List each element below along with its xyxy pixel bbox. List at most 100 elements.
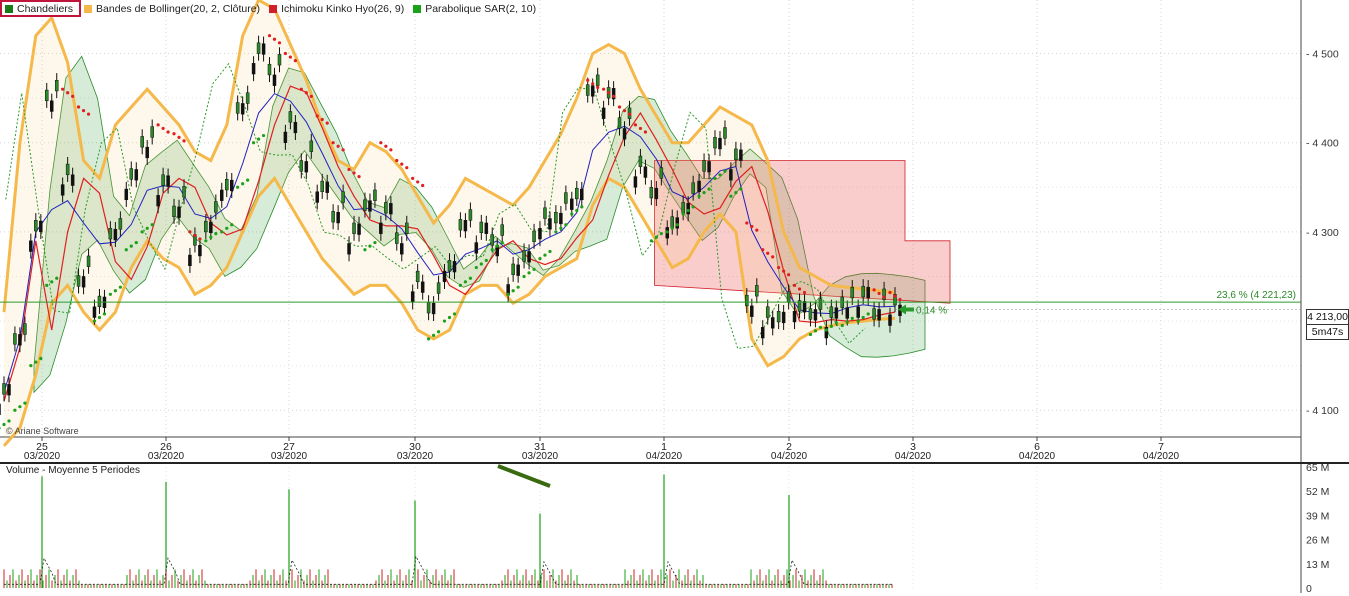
sar-dot bbox=[288, 55, 292, 59]
sar-dot bbox=[81, 108, 86, 113]
sar-dot bbox=[586, 78, 590, 82]
candle-body bbox=[304, 161, 309, 173]
sar-dot bbox=[834, 321, 838, 325]
sar-dot bbox=[691, 205, 695, 209]
sar-dot bbox=[845, 320, 849, 324]
candle-body bbox=[861, 286, 865, 298]
candle-body bbox=[872, 308, 876, 320]
candle-body bbox=[760, 327, 765, 339]
candle-body bbox=[7, 384, 11, 396]
legend-bar: Chandeliers Bandes de Bollinger(20, 2, Cl… bbox=[0, 0, 542, 17]
candle-body bbox=[590, 85, 595, 97]
candle-body bbox=[172, 205, 176, 217]
volume-panel-title: Volume - Moyenne 5 Periodes bbox=[6, 465, 140, 476]
candle-body bbox=[76, 275, 81, 287]
volume-y-tick-label: 65 M bbox=[1306, 462, 1329, 474]
candle-body bbox=[44, 89, 49, 102]
candle-body bbox=[331, 211, 335, 223]
candle-body bbox=[675, 217, 679, 229]
candle-body bbox=[118, 218, 123, 230]
candle-body bbox=[601, 107, 606, 119]
sar-dot bbox=[261, 133, 266, 138]
sar-dot bbox=[140, 230, 144, 234]
sar-dot bbox=[251, 141, 256, 145]
sar-dot bbox=[458, 283, 463, 287]
sar-dot bbox=[877, 291, 881, 296]
candle-body bbox=[235, 102, 240, 114]
sar-dot bbox=[495, 244, 499, 248]
candle-body bbox=[564, 192, 568, 204]
sar-dot bbox=[729, 194, 733, 198]
sar-dot bbox=[516, 285, 520, 289]
sar-dot bbox=[352, 171, 356, 175]
candle-body bbox=[272, 74, 277, 86]
candle-body bbox=[97, 295, 102, 308]
sar-dot bbox=[707, 187, 711, 191]
sar-dot bbox=[596, 85, 600, 89]
sar-dot bbox=[150, 223, 154, 227]
sar-dot bbox=[426, 337, 431, 341]
volume-y-tick-label: 52 M bbox=[1306, 486, 1329, 498]
sar-dot bbox=[723, 169, 727, 173]
sar-dot bbox=[622, 108, 627, 113]
sar-dot bbox=[193, 233, 197, 238]
candle-body bbox=[49, 100, 54, 112]
sar-dot bbox=[802, 290, 807, 295]
sar-dot bbox=[538, 257, 542, 261]
sar-dot bbox=[861, 315, 865, 320]
candle-body bbox=[888, 314, 892, 326]
legend-swatch bbox=[84, 4, 93, 13]
last-price-badge: 4 213,00 bbox=[1306, 309, 1349, 325]
sar-dot bbox=[373, 240, 377, 245]
candle-body bbox=[877, 309, 881, 321]
candle-body bbox=[209, 221, 213, 234]
candle-body bbox=[463, 220, 468, 232]
candle-body bbox=[320, 180, 324, 192]
sar-dot bbox=[665, 230, 669, 234]
x-month-label: 04/2020 bbox=[895, 451, 932, 462]
sar-dot bbox=[734, 191, 738, 195]
sar-dot bbox=[71, 94, 75, 98]
candle-body bbox=[261, 43, 266, 55]
candle-body bbox=[734, 148, 738, 160]
sar-dot bbox=[204, 239, 208, 243]
sar-dot bbox=[172, 132, 176, 136]
sar-dot bbox=[395, 158, 399, 163]
candle-body bbox=[686, 203, 690, 215]
candle-body bbox=[739, 149, 743, 161]
sar-dot bbox=[134, 240, 138, 245]
candle-body bbox=[649, 187, 654, 199]
candle-body bbox=[23, 323, 27, 335]
candle-body bbox=[182, 186, 186, 198]
sar-dot bbox=[198, 237, 202, 241]
legend-item-0[interactable]: Chandeliers bbox=[0, 0, 82, 17]
x-month-label: 04/2020 bbox=[646, 451, 683, 462]
sar-dot bbox=[755, 228, 759, 232]
sar-dot bbox=[315, 114, 319, 118]
candle-body bbox=[548, 218, 552, 230]
sar-dot bbox=[474, 265, 478, 270]
legend-item-2[interactable]: Ichimoku Kinko Hyo(26, 9) bbox=[266, 1, 410, 16]
sar-dot bbox=[506, 292, 510, 296]
candle-body bbox=[145, 146, 149, 159]
volume-y-tick-label: 13 M bbox=[1306, 559, 1329, 571]
candle-body bbox=[538, 228, 542, 240]
candle-body bbox=[670, 216, 674, 228]
legend-item-1[interactable]: Bandes de Bollinger(20, 2, Clôture) bbox=[81, 1, 266, 16]
candle-body bbox=[140, 136, 144, 148]
sar-dot bbox=[452, 312, 457, 316]
sar-dot bbox=[532, 267, 536, 271]
candle-body bbox=[500, 224, 504, 236]
legend-item-3[interactable]: Parabolique SAR(2, 10) bbox=[410, 1, 542, 16]
chart-area[interactable]: - 4 500- 4 400- 4 300- 4 100 25 03/2020 26 0… bbox=[0, 0, 1349, 595]
candle-body bbox=[198, 245, 202, 257]
sar-dot bbox=[50, 280, 54, 284]
sar-dot bbox=[225, 226, 229, 230]
sar-dot bbox=[591, 82, 595, 86]
sar-dot bbox=[293, 59, 297, 63]
candle-body bbox=[484, 222, 489, 234]
chart-svg[interactable]: - 4 500- 4 400- 4 300- 4 1002503/2020260… bbox=[0, 0, 1349, 595]
candle-body bbox=[379, 222, 383, 234]
sar-dot bbox=[739, 187, 743, 191]
x-month-label: 03/2020 bbox=[522, 451, 559, 462]
